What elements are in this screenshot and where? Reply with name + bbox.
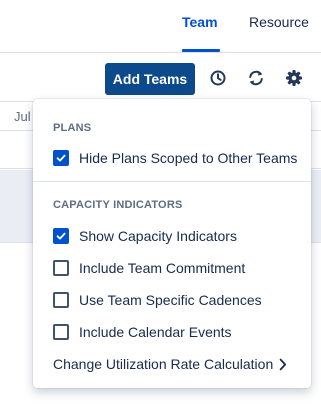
add-teams-button[interactable]: Add Teams: [105, 63, 195, 95]
settings-button[interactable]: [281, 65, 307, 91]
utilization-rate-link[interactable]: Change Utilization Rate Calculation: [53, 353, 287, 375]
show-capacity-checkbox[interactable]: [53, 228, 69, 244]
plans-heading: PLANS: [53, 122, 92, 134]
option-label: Show Capacity Indicators: [79, 228, 237, 244]
refresh-icon: [249, 70, 263, 86]
utilization-rate-label: Change Utilization Rate Calculation: [53, 356, 274, 372]
toolbar: Add Teams: [0, 53, 321, 101]
history-icon: [210, 70, 226, 86]
calendar-events-checkbox[interactable]: [53, 324, 69, 340]
top-tab-bar: Team Resource: [0, 0, 321, 53]
capacity-heading: CAPACITY INDICATORS: [53, 199, 183, 211]
tab-resource[interactable]: Resource: [249, 0, 309, 52]
option-label: Include Calendar Events: [79, 324, 232, 340]
option-label: Hide Plans Scoped to Other Teams: [79, 150, 298, 166]
option-label: Use Team Specific Cadences: [79, 292, 262, 308]
include-commitment-option[interactable]: Include Team Commitment: [53, 257, 245, 279]
hide-plans-checkbox[interactable]: [53, 150, 69, 166]
capacity-planner: Team Resource Add Teams Jul PLANS Hide P…: [0, 0, 321, 406]
include-commitment-checkbox[interactable]: [53, 260, 69, 276]
settings-icon: [286, 70, 302, 86]
chevron-right-icon: [279, 358, 287, 371]
refresh-button[interactable]: [243, 65, 269, 91]
option-label: Include Team Commitment: [79, 260, 246, 276]
history-button[interactable]: [205, 65, 231, 91]
tab-team[interactable]: Team: [182, 0, 220, 52]
show-capacity-option[interactable]: Show Capacity Indicators: [53, 225, 237, 247]
checkmark-icon: [56, 154, 66, 162]
hide-plans-option[interactable]: Hide Plans Scoped to Other Teams: [53, 147, 297, 169]
month-label: Jul: [14, 109, 31, 124]
calendar-events-option[interactable]: Include Calendar Events: [53, 321, 232, 343]
settings-dropdown: PLANS Hide Plans Scoped to Other Teams C…: [33, 99, 311, 388]
team-cadences-checkbox[interactable]: [53, 292, 69, 308]
checkmark-icon: [56, 232, 66, 240]
team-cadences-option[interactable]: Use Team Specific Cadences: [53, 289, 262, 311]
divider: [33, 181, 311, 182]
